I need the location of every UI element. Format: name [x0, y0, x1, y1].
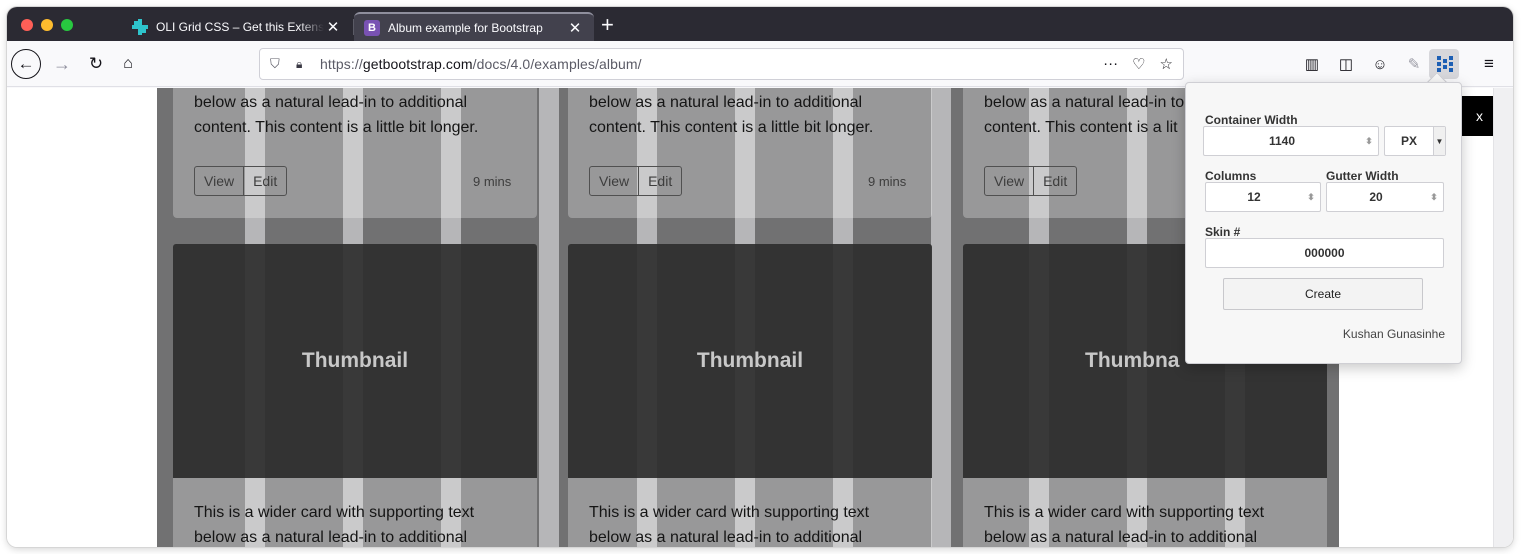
edit-button[interactable]: Edit [1033, 167, 1076, 195]
lock-icon[interactable]: 🔒︎ [296, 57, 310, 72]
back-icon[interactable]: ← [11, 49, 41, 79]
bookmark-star-icon[interactable]: ☆ [1160, 55, 1173, 73]
library-icon[interactable]: ▥ [1300, 52, 1324, 76]
sidebar-icon[interactable]: ◫ [1334, 52, 1358, 76]
tab-oli-grid[interactable]: OLI Grid CSS – Get this Extension for Fi… [122, 12, 352, 41]
home-icon[interactable]: ⌂ [117, 51, 139, 77]
view-button[interactable]: View [985, 167, 1033, 195]
account-icon[interactable]: ☺ [1368, 52, 1392, 76]
card-text: This is a wider card with supporting tex… [589, 504, 870, 546]
edit-button[interactable]: Edit [243, 167, 286, 195]
card-text: below as a natural lead-in to additional… [984, 94, 1194, 136]
address-bar[interactable]: ⛉ 🔒︎ https://getbootstrap.com/docs/4.0/e… [259, 48, 1184, 80]
tab-title: Album example for Bootstrap [388, 20, 543, 35]
unit-select[interactable]: PX ▼ [1384, 126, 1446, 156]
card-text: This is a wider card with supporting tex… [194, 504, 475, 546]
more-icon[interactable]: ··· [1103, 55, 1118, 73]
create-button[interactable]: Create [1223, 278, 1423, 310]
zoom-window-button[interactable] [61, 19, 73, 31]
stepper-icon[interactable]: ⬍ [1302, 192, 1320, 203]
tab-close-icon[interactable]: ✕ [324, 18, 342, 36]
stepper-icon[interactable]: ⬍ [1360, 136, 1378, 147]
tab-strip: OLI Grid CSS – Get this Extension for Fi… [7, 7, 1513, 41]
tab-close-icon[interactable]: ✕ [566, 19, 584, 37]
pen-icon[interactable]: ✎ [1402, 52, 1426, 76]
card-button-group: View Edit [589, 166, 683, 196]
tab-title: OLI Grid CSS – Get this Extension for Fi… [156, 19, 324, 34]
skin-label: Skin # [1205, 225, 1241, 239]
card-time: 9 mins [473, 174, 512, 189]
album-page-overlay: below as a natural lead-in to additional… [157, 88, 1339, 547]
card-button-group: View Edit [194, 166, 288, 196]
columns-input[interactable]: 12 ⬍ [1205, 182, 1321, 212]
edit-button[interactable]: Edit [638, 167, 681, 195]
close-window-button[interactable] [21, 19, 33, 31]
forward-icon[interactable]: → [51, 51, 73, 77]
oli-favicon-icon [132, 18, 148, 35]
view-button[interactable]: View [195, 167, 243, 195]
card-text: below as a natural lead-in to additional… [589, 94, 874, 136]
pocket-icon[interactable]: ♡ [1132, 55, 1145, 73]
page-scrollbar[interactable] [1493, 88, 1513, 547]
stepper-icon[interactable]: ⬍ [1425, 192, 1443, 203]
card-button-group: View Edit [984, 166, 1078, 196]
card-thumbnail: Thumbnail [568, 244, 932, 478]
url-text[interactable]: https://getbootstrap.com/docs/4.0/exampl… [320, 56, 642, 72]
nav-toolbar: ← → ↻ ⌂ ⛉ 🔒︎ https://getbootstrap.com/do… [7, 41, 1513, 87]
new-tab-icon[interactable]: + [601, 14, 614, 36]
chevron-down-icon: ▼ [1433, 127, 1445, 155]
minimize-window-button[interactable] [41, 19, 53, 31]
card-thumbnail: Thumbnail [173, 244, 537, 478]
tab-album-example[interactable]: B Album example for Bootstrap ✕ [354, 12, 594, 41]
menu-icon[interactable]: ≡ [1477, 52, 1501, 76]
author-credit: Kushan Gunasinhe [1342, 327, 1445, 341]
reload-icon[interactable]: ↻ [85, 51, 107, 77]
gutter-width-input[interactable]: 20 ⬍ [1326, 182, 1444, 212]
card-text: This is a wider card with supporting tex… [984, 504, 1265, 546]
bootstrap-favicon-icon: B [364, 19, 380, 36]
view-button[interactable]: View [590, 167, 638, 195]
skin-input[interactable]: 000000 [1205, 238, 1444, 268]
container-width-label: Container Width [1205, 113, 1298, 127]
gutter-width-label: Gutter Width [1326, 169, 1399, 183]
container-width-input[interactable]: 1140 ⬍ [1203, 126, 1379, 156]
columns-label: Columns [1205, 169, 1257, 183]
card-time: 9 mins [868, 174, 907, 189]
card-text: below as a natural lead-in to additional… [194, 94, 479, 136]
shield-icon[interactable]: ⛉ [270, 56, 286, 72]
